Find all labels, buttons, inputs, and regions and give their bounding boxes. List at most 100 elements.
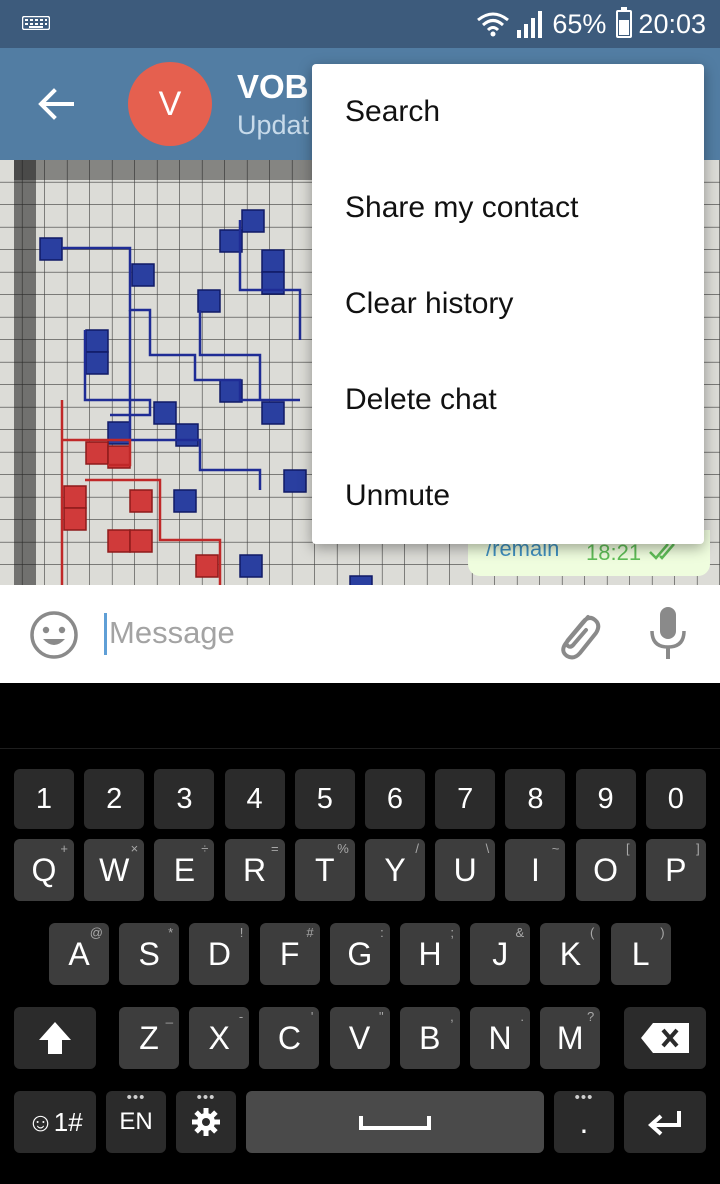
key-0-label: 0	[667, 782, 684, 815]
period-key[interactable]: . •••	[554, 1089, 614, 1153]
menu-item-share-contact[interactable]: Share my contact	[312, 160, 704, 256]
key-2[interactable]: 2	[84, 769, 145, 829]
menu-item-search[interactable]: Search	[312, 64, 704, 160]
key-0[interactable]: 0	[645, 769, 706, 829]
language-key-dots: •••	[126, 1089, 146, 1106]
key-k-label: K	[559, 935, 582, 972]
settings-key[interactable]: •••	[176, 1089, 236, 1153]
key-v-hint: "	[378, 1009, 384, 1024]
key-i[interactable]: I ~	[505, 839, 566, 901]
key-m-hint: ?	[586, 1009, 595, 1024]
soft-keyboard: 1 2 3 4 5 6 7 8 9 0 Q + W × E ÷ R = T% Y / U \ I ~ O[P] A @ S * D! F # G:…	[0, 683, 720, 1184]
key-9[interactable]: 9	[575, 769, 636, 829]
key-3[interactable]: 3	[154, 769, 215, 829]
key-p[interactable]: P]	[645, 839, 706, 901]
key-l-hint: )	[660, 925, 665, 940]
language-key[interactable]: EN •••	[106, 1089, 166, 1153]
shift-key[interactable]	[14, 1007, 96, 1069]
keyboard-icon	[22, 16, 50, 30]
key-t-label: T	[315, 851, 335, 888]
arrow-left-icon[interactable]	[30, 78, 82, 130]
key-u[interactable]: U \	[435, 839, 496, 901]
avatar[interactable]: V	[128, 62, 212, 146]
menu-item-delete-chat[interactable]: Delete chat	[312, 352, 704, 448]
key-8[interactable]: 8	[505, 769, 566, 829]
key-o-hint: [	[625, 841, 630, 856]
key-g-hint: :	[380, 925, 384, 940]
key-w-hint: ×	[130, 841, 139, 856]
key-j[interactable]: J &	[470, 923, 531, 985]
enter-key[interactable]	[624, 1091, 706, 1153]
key-m-label: M	[556, 1019, 584, 1056]
key-u-hint: \	[485, 841, 490, 856]
key-n-label: N	[488, 1019, 512, 1056]
key-j-hint: &	[515, 925, 525, 940]
key-o[interactable]: O[	[575, 839, 636, 901]
key-k-hint: (	[590, 925, 595, 940]
wifi-icon	[477, 12, 510, 37]
key-r[interactable]: R =	[224, 839, 285, 901]
key-d-hint: !	[239, 925, 244, 940]
key-6[interactable]: 6	[365, 769, 425, 829]
key-i-hint: ~	[551, 841, 560, 856]
key-7-label: 7	[457, 782, 474, 815]
key-x[interactable]: X-	[189, 1007, 250, 1069]
key-e-hint: ÷	[201, 841, 209, 856]
key-8-label: 8	[527, 782, 544, 815]
key-x-hint: -	[238, 1009, 244, 1024]
message-input[interactable]: Message	[109, 615, 235, 651]
key-t[interactable]: T%	[294, 839, 355, 901]
smile-icon[interactable]	[28, 609, 80, 661]
language-key-label: EN	[119, 1108, 153, 1135]
key-g[interactable]: G:	[329, 923, 390, 985]
key-h-hint: ;	[450, 925, 454, 940]
key-f[interactable]: F #	[259, 923, 320, 985]
symbols-key[interactable]: ☺1#	[14, 1091, 96, 1153]
key-4-label: 4	[246, 782, 263, 815]
key-j-label: J	[492, 935, 509, 972]
message-input-bar: Message	[0, 585, 720, 683]
key-h[interactable]: H;	[400, 923, 460, 985]
backspace-key[interactable]	[624, 1007, 706, 1069]
key-l[interactable]: L)	[610, 923, 671, 985]
key-e[interactable]: E ÷	[154, 839, 215, 901]
key-x-label: X	[208, 1019, 230, 1056]
key-m[interactable]: M?	[540, 1007, 601, 1069]
key-5[interactable]: 5	[294, 769, 355, 829]
key-y[interactable]: Y /	[365, 839, 425, 901]
key-a-label: A	[68, 935, 90, 972]
key-w[interactable]: W ×	[84, 839, 145, 901]
space-key[interactable]	[246, 1091, 544, 1153]
key-b[interactable]: B,	[399, 1007, 460, 1069]
key-s[interactable]: S *	[119, 923, 180, 985]
menu-item-unmute[interactable]: Unmute	[312, 448, 704, 544]
key-7[interactable]: 7	[435, 769, 496, 829]
key-y-label: Y	[384, 851, 406, 888]
menu-item-clear-history[interactable]: Clear history	[312, 256, 704, 352]
key-4[interactable]: 4	[224, 769, 285, 829]
paperclip-icon[interactable]	[550, 603, 602, 663]
key-a[interactable]: A @	[49, 923, 109, 985]
key-z-label: Z	[139, 1019, 159, 1056]
key-r-label: R	[243, 851, 267, 888]
chat-title[interactable]: VOB	[237, 68, 309, 106]
key-q[interactable]: Q +	[14, 839, 74, 901]
key-d[interactable]: D!	[189, 923, 250, 985]
microphone-icon[interactable]	[646, 605, 690, 663]
gear-icon	[192, 1108, 220, 1136]
chat-subtitle: Updat	[237, 110, 310, 140]
key-6-label: 6	[386, 782, 404, 815]
key-c[interactable]: C '	[259, 1007, 320, 1069]
key-t-hint: %	[337, 841, 349, 856]
clock: 20:03	[638, 8, 706, 39]
key-v[interactable]: V "	[329, 1007, 390, 1069]
key-r-hint: =	[271, 841, 279, 856]
key-k[interactable]: K(	[540, 923, 601, 985]
key-n[interactable]: N.	[470, 1007, 530, 1069]
key-q-hint: +	[60, 841, 68, 856]
key-2-label: 2	[106, 782, 123, 815]
key-f-label: F	[279, 935, 300, 972]
key-z[interactable]: Z _	[119, 1007, 179, 1069]
key-1[interactable]: 1	[14, 769, 74, 829]
settings-key-dots: •••	[196, 1089, 216, 1106]
